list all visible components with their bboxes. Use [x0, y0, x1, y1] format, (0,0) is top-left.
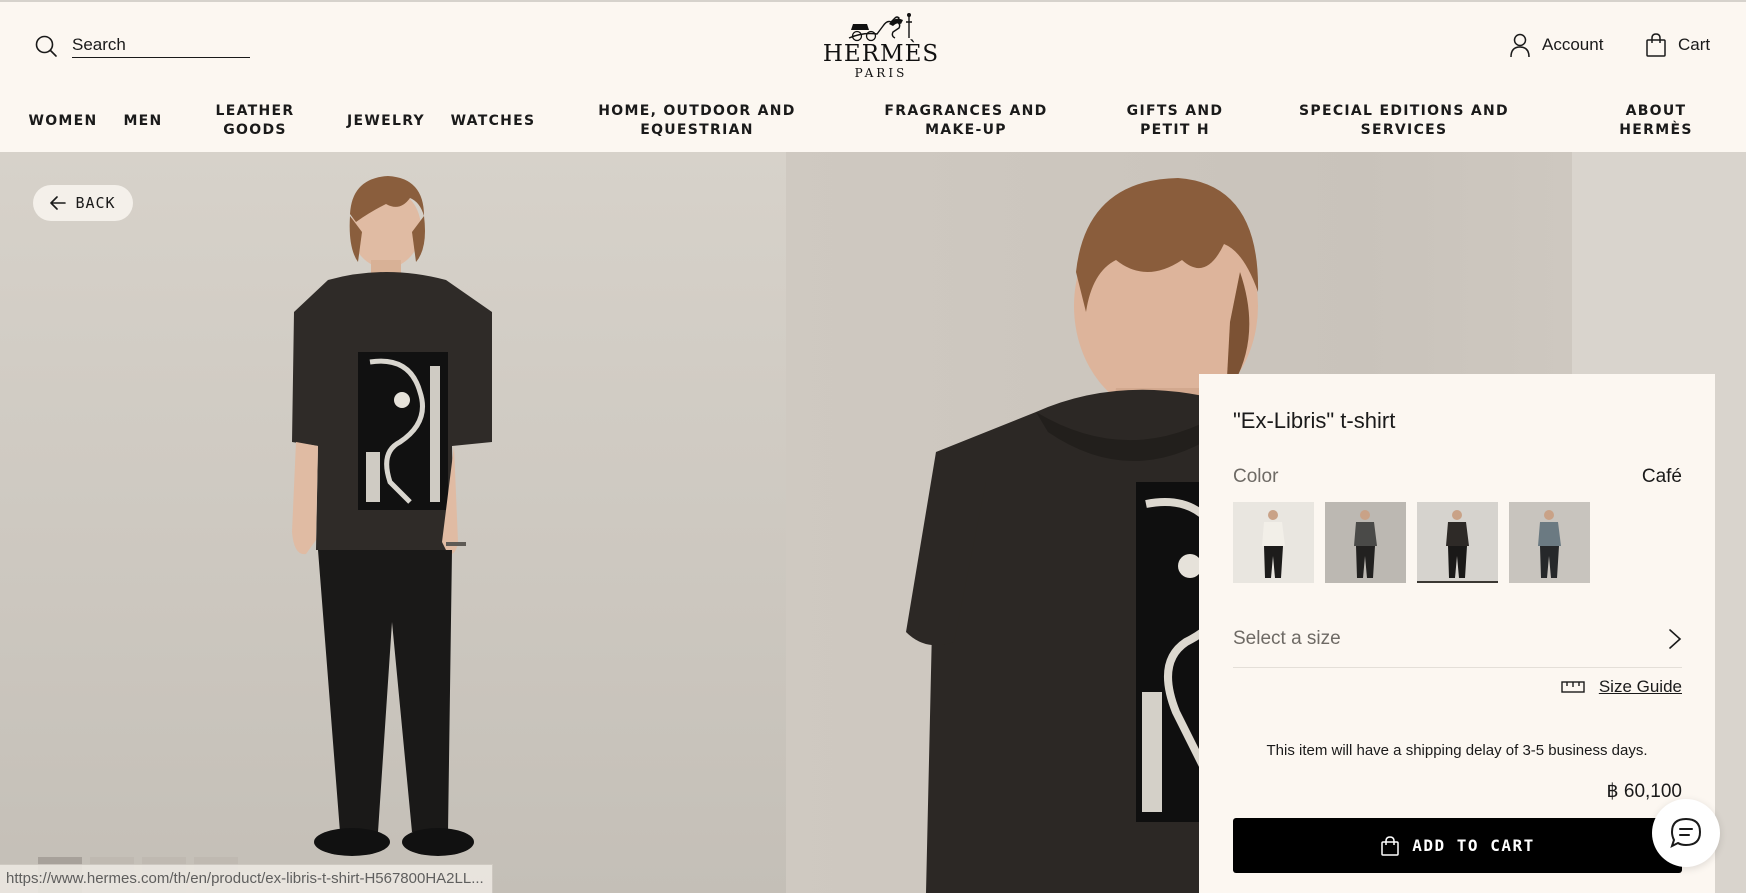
- swatch-model-thumbnail: [1446, 510, 1469, 578]
- size-selector[interactable]: Select a size: [1233, 610, 1682, 668]
- back-label: BACK: [75, 194, 116, 212]
- color-value: Café: [1641, 466, 1682, 487]
- carriage-logo-icon: [848, 13, 912, 42]
- nav-item-home-outdoor-equestrian[interactable]: HOME, OUTDOOR AND EQUESTRIAN: [597, 102, 797, 140]
- product-price: ฿ 60,100: [1606, 781, 1682, 802]
- add-to-cart-button[interactable]: ADD TO CART: [1233, 818, 1682, 873]
- nav-item-leather-goods[interactable]: LEATHER GOODS: [205, 102, 305, 140]
- color-label: Color: [1233, 466, 1279, 487]
- shipping-delay-note: This item will have a shipping delay of …: [1266, 742, 1648, 759]
- product-title: "Ex-Libris" t-shirt: [1233, 408, 1396, 433]
- browser-status-url: https://www.hermes.com/th/en/product/ex-…: [0, 864, 493, 893]
- main-navigation: WOMEN MEN LEATHER GOODS JEWELRY WATCHES …: [0, 102, 1746, 146]
- arrow-left-icon: [50, 196, 67, 210]
- hermes-logo[interactable]: HERMÈS PARIS: [818, 12, 944, 80]
- site-header: HERMÈS PARIS Account Cart WOMEN MEN LEAT…: [0, 0, 1746, 152]
- add-to-cart-label: ADD TO CART: [1412, 836, 1535, 855]
- size-guide-label: Size Guide: [1598, 677, 1682, 696]
- shopping-bag-icon: [1646, 33, 1666, 57]
- swatch-model-thumbnail: [1354, 510, 1377, 578]
- brand-name: HERMÈS: [822, 41, 940, 67]
- color-swatch-blue-grey[interactable]: [1509, 502, 1590, 583]
- size-guide-link[interactable]: Size Guide: [1561, 677, 1682, 697]
- nav-item-jewelry[interactable]: JEWELRY: [347, 112, 425, 131]
- color-swatch-white[interactable]: [1233, 502, 1314, 583]
- swatch-model-thumbnail: [1538, 510, 1561, 578]
- ruler-icon: [1561, 681, 1585, 693]
- color-swatch-grey[interactable]: [1325, 502, 1406, 583]
- swatch-model-thumbnail: [1262, 510, 1285, 578]
- nav-item-men[interactable]: MEN: [123, 112, 162, 131]
- nav-item-gifts-petit-h[interactable]: GIFTS AND PETIT H: [1100, 102, 1250, 140]
- model-full-body-illustration: [292, 176, 492, 856]
- chat-bubble-icon: [1670, 817, 1702, 848]
- search-bar[interactable]: [34, 34, 250, 58]
- back-button[interactable]: BACK: [33, 185, 133, 221]
- user-icon: [1510, 33, 1530, 58]
- cart-link[interactable]: Cart: [1644, 32, 1710, 58]
- shopping-bag-icon: [1381, 835, 1400, 856]
- color-swatch-cafe[interactable]: [1417, 502, 1498, 583]
- brand-city: PARIS: [854, 66, 908, 80]
- search-icon[interactable]: [34, 34, 58, 58]
- product-image-full-body[interactable]: [0, 152, 786, 893]
- chevron-right-icon: [1669, 628, 1682, 649]
- search-input[interactable]: [72, 34, 250, 58]
- nav-item-about-hermes[interactable]: ABOUT HERMÈS: [1606, 102, 1706, 140]
- nav-item-special-editions[interactable]: SPECIAL EDITIONS AND SERVICES: [1299, 102, 1509, 140]
- nav-item-women[interactable]: WOMEN: [28, 112, 97, 131]
- chat-button[interactable]: [1652, 799, 1720, 867]
- product-panel: "Ex-Libris" t-shirt Color Café Select a …: [1199, 374, 1715, 893]
- size-placeholder: Select a size: [1233, 627, 1341, 649]
- account-link[interactable]: Account: [1508, 32, 1603, 58]
- nav-item-fragrances-makeup[interactable]: FRAGRANCES AND MAKE-UP: [856, 102, 1076, 140]
- account-label: Account: [1542, 35, 1604, 54]
- color-swatches: [1233, 502, 1590, 583]
- cart-label: Cart: [1678, 35, 1711, 54]
- nav-item-watches[interactable]: WATCHES: [451, 112, 536, 131]
